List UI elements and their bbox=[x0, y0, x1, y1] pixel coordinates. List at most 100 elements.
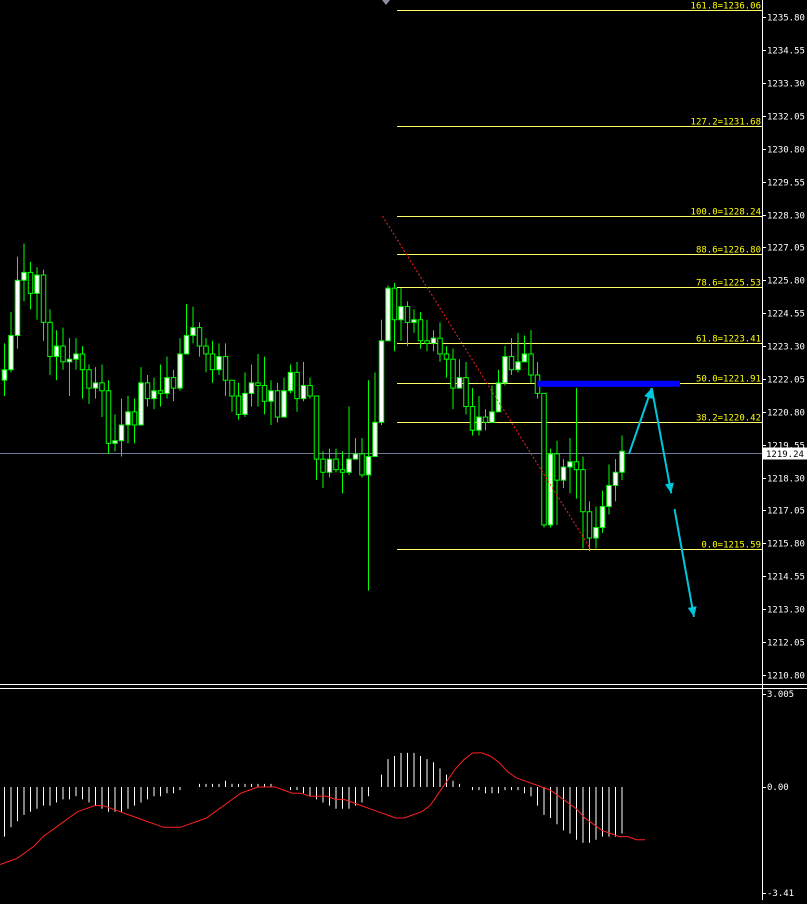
candle-body bbox=[541, 392, 547, 526]
candle-body bbox=[476, 416, 482, 431]
candle-body bbox=[456, 377, 463, 389]
price-axis-label: 1217.05 bbox=[767, 507, 805, 517]
candle-body bbox=[339, 469, 346, 473]
candle-body bbox=[268, 390, 274, 402]
price-axis-label: 1224.55 bbox=[767, 310, 805, 320]
candle-body bbox=[502, 356, 508, 384]
candle-body bbox=[216, 356, 222, 371]
price-axis-label: 1212.05 bbox=[767, 639, 805, 649]
candle-body bbox=[287, 371, 294, 392]
candle-body bbox=[125, 411, 131, 426]
candle-body bbox=[248, 382, 255, 394]
price-axis-label: 1220.80 bbox=[767, 409, 805, 419]
candle-body bbox=[8, 335, 14, 371]
candle-body bbox=[196, 327, 203, 347]
fib-level-label: 50.0=1221.91 bbox=[696, 375, 761, 385]
candle-body bbox=[404, 306, 411, 323]
fib-level-label: 38.2=1220.42 bbox=[696, 414, 761, 424]
oscillator-axis-label: -3.41 bbox=[767, 889, 794, 899]
fib-level-label: 127.2=1231.68 bbox=[691, 118, 761, 128]
candle-body bbox=[229, 379, 235, 397]
candle-body bbox=[177, 353, 183, 389]
candle-body bbox=[430, 337, 437, 344]
candle-body bbox=[300, 384, 307, 400]
candle-body bbox=[443, 353, 450, 360]
fib-level-label: 0.0=1215.59 bbox=[701, 541, 761, 551]
candle-body bbox=[203, 345, 209, 355]
candle-body bbox=[352, 453, 359, 460]
price-axis-label: 1222.05 bbox=[767, 376, 805, 386]
candle-body bbox=[326, 458, 333, 473]
price-axis-label: 1225.80 bbox=[767, 277, 805, 287]
candle-body bbox=[580, 469, 586, 513]
candle-body bbox=[489, 411, 495, 423]
candle-body bbox=[73, 353, 79, 360]
candle-body bbox=[593, 527, 599, 539]
candle-body bbox=[242, 392, 248, 415]
candle-body bbox=[294, 371, 300, 400]
candle-body bbox=[99, 382, 105, 392]
candle-body bbox=[170, 377, 177, 389]
candle-body bbox=[560, 466, 567, 481]
price-axis-label: 1213.30 bbox=[767, 606, 805, 616]
candle-body bbox=[495, 382, 502, 413]
price-axis-label: 1210.80 bbox=[767, 672, 805, 682]
price-axis-label: 1233.30 bbox=[767, 80, 805, 90]
candle-body bbox=[60, 345, 66, 363]
candle-body bbox=[47, 321, 53, 358]
candle-body bbox=[508, 356, 515, 371]
candle-body bbox=[144, 382, 151, 400]
candle-body bbox=[547, 453, 554, 526]
candle-body bbox=[118, 424, 125, 442]
candle-body bbox=[105, 390, 112, 444]
candle-body bbox=[222, 356, 229, 381]
candle-body bbox=[307, 384, 313, 397]
candle-body bbox=[515, 361, 521, 371]
price-axis-label: 1218.30 bbox=[767, 475, 805, 485]
candle-body bbox=[320, 458, 326, 473]
fib-level-label: 61.8=1223.41 bbox=[696, 335, 761, 345]
trading-chart[interactable]: 161.8=1236.06 127.2=1231.68 100.0=1228.24 8… bbox=[0, 0, 807, 900]
candle-body bbox=[164, 377, 170, 394]
oscillator-axis-label: 0.00 bbox=[767, 783, 789, 793]
price-axis-label: 1228.30 bbox=[767, 212, 805, 222]
candle-body bbox=[411, 319, 417, 323]
fib-level-label: 78.6=1225.53 bbox=[696, 279, 761, 289]
fib-level-label: 100.0=1228.24 bbox=[691, 208, 761, 218]
candle-body bbox=[40, 274, 47, 323]
price-axis-label: 1230.80 bbox=[767, 146, 805, 156]
candle-body bbox=[599, 505, 606, 529]
candle-body bbox=[586, 511, 593, 539]
chart-canvas[interactable]: 161.8=1236.06 127.2=1231.68 100.0=1228.24 8… bbox=[0, 0, 807, 900]
candle-body bbox=[235, 395, 242, 415]
price-axis-label: 1232.05 bbox=[767, 113, 805, 123]
candle-body bbox=[313, 395, 320, 460]
fib-level-label: 161.8=1236.06 bbox=[691, 2, 761, 12]
candle-body bbox=[131, 411, 138, 426]
candle-body bbox=[417, 319, 424, 342]
candle-body bbox=[437, 337, 443, 355]
candle-body bbox=[86, 369, 92, 389]
candle-body bbox=[1, 369, 8, 381]
candle-body bbox=[378, 340, 385, 423]
candle-body bbox=[612, 471, 619, 486]
candle-body bbox=[554, 453, 560, 481]
candle-body bbox=[261, 384, 268, 402]
oscillator-axis-label: 3.005 bbox=[767, 690, 794, 700]
candle-body bbox=[157, 390, 164, 394]
candle-body bbox=[66, 358, 73, 363]
candle-body bbox=[190, 327, 196, 337]
candle-body bbox=[469, 406, 476, 431]
candle-body bbox=[528, 353, 534, 376]
candle-body bbox=[209, 353, 216, 371]
candle-body bbox=[255, 382, 261, 386]
candle-body bbox=[14, 279, 21, 337]
price-axis-label: 1223.30 bbox=[767, 343, 805, 353]
candle-body bbox=[391, 287, 398, 321]
candle-body bbox=[333, 458, 339, 471]
resistance-zone[interactable] bbox=[537, 380, 681, 387]
candle-body bbox=[79, 353, 86, 371]
candle-body bbox=[281, 390, 287, 418]
candle-body bbox=[27, 271, 34, 294]
candle-body bbox=[151, 390, 157, 400]
